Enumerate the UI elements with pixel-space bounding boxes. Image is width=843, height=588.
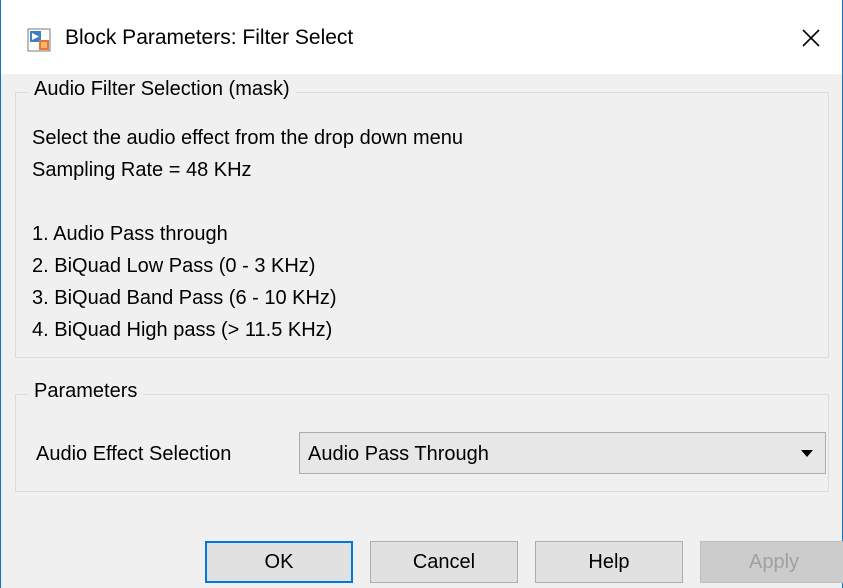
audio-effect-selection-label: Audio Effect Selection (36, 443, 232, 465)
description-line: 2. BiQuad Low Pass (0 - 3 KHz) (32, 255, 316, 277)
block-parameters-dialog: Block Parameters: Filter Select Audio Fi… (0, 0, 843, 588)
mask-description-group: Audio Filter Selection (mask) Select the… (15, 78, 829, 358)
dropdown-selected-value: Audio Pass Through (308, 443, 489, 465)
help-button[interactable]: Help (535, 541, 683, 583)
parameters-group: Parameters Audio Effect Selection Audio … (15, 380, 829, 492)
simulink-block-icon (27, 28, 51, 52)
description-line: 4. BiQuad High pass (> 11.5 KHz) (32, 319, 333, 341)
mask-group-legend: Audio Filter Selection (mask) (28, 78, 296, 101)
close-button[interactable] (794, 22, 828, 54)
title-bar[interactable]: Block Parameters: Filter Select (1, 0, 842, 74)
description-line: 3. BiQuad Band Pass (6 - 10 KHz) (32, 287, 337, 309)
window-title: Block Parameters: Filter Select (65, 26, 354, 49)
close-icon (802, 29, 820, 47)
description-line: 1. Audio Pass through (32, 223, 228, 245)
description-line: Sampling Rate = 48 KHz (32, 159, 252, 181)
apply-button[interactable]: Apply (700, 541, 843, 583)
ok-button[interactable]: OK (205, 541, 353, 583)
cancel-button[interactable]: Cancel (370, 541, 518, 583)
audio-effect-selection-dropdown[interactable]: Audio Pass Through (299, 432, 826, 474)
parameters-group-legend: Parameters (28, 380, 144, 403)
chevron-down-icon (801, 450, 813, 457)
description-line: Select the audio effect from the drop do… (32, 127, 464, 149)
